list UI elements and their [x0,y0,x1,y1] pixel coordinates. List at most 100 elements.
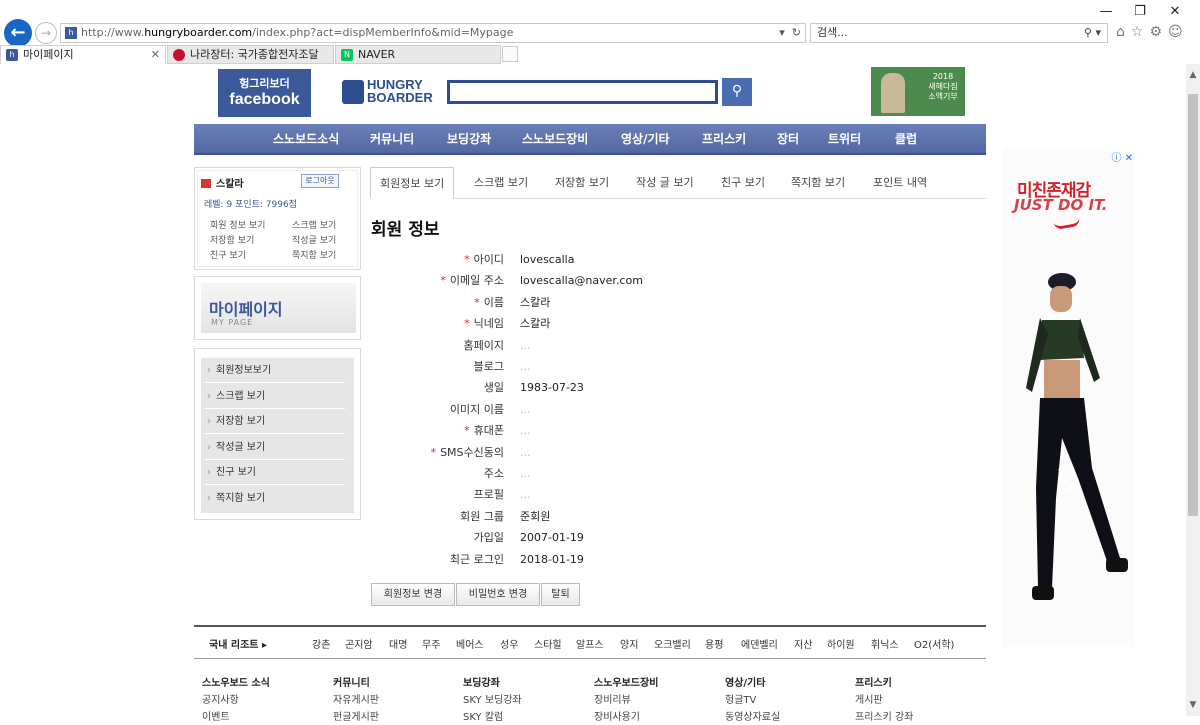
resort-link[interactable]: O2(서학) [914,636,954,651]
sidemenu-saved[interactable]: 저장함 보기 [205,409,345,434]
sidemenu-member-info[interactable]: 회원정보보기 [205,358,345,383]
new-tab-button[interactable] [502,46,518,62]
tab-messages[interactable]: 쪽지함 보기 [791,167,845,199]
nav-community[interactable]: 커뮤니티 [370,124,414,155]
footer-link[interactable]: 이벤트 [202,708,270,725]
nav-freeski[interactable]: 프리스키 [702,124,746,155]
home-icon[interactable]: ⌂ [1116,24,1131,40]
link-member-info[interactable]: 회원 정보 보기 [210,218,292,233]
tab-member-info[interactable]: 회원정보 보기 [370,167,455,199]
footer-link[interactable]: 게시판 [855,691,913,708]
site-search-button[interactable]: ⚲ [722,78,752,106]
resort-link[interactable]: 지산 [794,636,812,651]
scroll-down-icon[interactable]: ▼ [1186,698,1200,712]
username[interactable]: 스칼라 [216,179,244,190]
sidemenu-posts[interactable]: 작성글 보기 [205,435,345,460]
scroll-thumb[interactable] [1188,94,1198,516]
footer-link[interactable]: 장비사용기 [594,708,658,725]
link-scrap[interactable]: 스크랩 보기 [292,218,342,233]
footer-link[interactable]: 헝글TV [725,691,780,708]
footer-link[interactable]: SKY 칼럼 [463,708,522,725]
link-saved[interactable]: 저장함 보기 [210,233,292,248]
tab-scrap[interactable]: 스크랩 보기 [474,167,528,199]
nav-market[interactable]: 장터 [777,124,799,155]
withdraw-button[interactable]: 탈퇴 [541,583,580,606]
sidemenu-scrap[interactable]: 스크랩 보기 [205,384,345,409]
site-logo[interactable]: HUNGRY BOARDER [342,78,433,108]
forward-button[interactable]: → [35,22,57,44]
field-label-text: 생일 [483,381,504,395]
close-tab-icon[interactable]: ✕ [151,46,160,64]
nav-video[interactable]: 영상/기타 [621,124,670,155]
tab-points[interactable]: 포인트 내역 [873,167,927,199]
tab-posts[interactable]: 작성 글 보기 [636,167,694,199]
resort-link[interactable]: 무주 [422,636,440,651]
footer-column-title[interactable]: 스노우보드장비 [594,674,658,691]
nav-club[interactable]: 클럽 [895,124,917,155]
resort-link[interactable]: 휘닉스 [871,636,899,651]
nike-advertisement[interactable]: ⓘ ✕ 미친존재감 JUST DO IT. NIKE [1002,148,1135,647]
footer-link[interactable]: 펀글게시판 [333,708,379,725]
nav-lessons[interactable]: 보딩강좌 [447,124,491,155]
ad-info-icon[interactable]: ⓘ ✕ [1111,149,1133,164]
resort-link[interactable]: 성우 [500,636,518,651]
link-friends[interactable]: 친구 보기 [210,248,292,263]
resort-link[interactable]: 에덴벨리 [741,636,778,651]
footer-column-title[interactable]: 프리스키 [855,674,913,691]
footer-link[interactable]: 동영상자료실 [725,708,780,725]
scroll-up-icon[interactable]: ▲ [1186,68,1200,82]
mypage-title: 마이페이지 [209,300,283,319]
back-button[interactable]: ← [4,19,32,47]
sidemenu-messages[interactable]: 쪽지함 보기 [205,486,345,511]
mypage-banner[interactable]: 마이페이지 MY PAGE [194,276,361,340]
tab-saved[interactable]: 저장함 보기 [555,167,609,199]
nav-twitter[interactable]: 트위터 [828,124,861,155]
resort-link[interactable]: 강촌 [312,636,330,651]
donation-banner[interactable]: 2018 새해다짐 소액기부 [871,67,965,116]
footer-link[interactable]: 프리스키 강좌 [855,708,913,725]
footer-link[interactable]: 자유게시판 [333,691,379,708]
sidemenu-friends[interactable]: 친구 보기 [205,460,345,485]
edit-info-button[interactable]: 회원정보 변경 [371,583,455,606]
close-window-button[interactable]: ✕ [1160,4,1190,19]
footer-column-title[interactable]: 커뮤니티 [333,674,379,691]
page-scrollbar[interactable]: ▲ ▼ [1186,64,1200,716]
nav-equipment[interactable]: 스노보드장비 [522,124,588,155]
resort-link[interactable]: 오크밸리 [654,636,691,651]
star-icon[interactable]: ☆ [1131,24,1150,40]
resort-link[interactable]: 양지 [620,636,638,651]
resort-link[interactable]: 대명 [389,636,407,651]
footer-column-title[interactable]: 스노우보드 소식 [202,674,270,691]
resort-link[interactable]: 스타힐 [534,636,562,651]
resort-link[interactable]: 곤지암 [345,636,373,651]
footer-link[interactable]: 공지사항 [202,691,270,708]
gear-icon[interactable]: ⚙ [1149,24,1168,40]
field-value: ... [520,402,531,416]
nav-snowboard-news[interactable]: 스노보드소식 [273,124,339,155]
footer-link[interactable]: SKY 보딩강좌 [463,691,522,708]
tab-naver[interactable]: N NAVER [335,45,501,64]
link-messages[interactable]: 쪽지함 보기 [292,248,342,263]
tab-mypage[interactable]: h 마이페이지 ✕ [0,45,166,64]
resort-link[interactable]: 베어스 [456,636,484,651]
refresh-icon[interactable]: ▾ ↻ [779,24,801,42]
address-bar[interactable]: h http://www.hungryboarder.com/index.php… [60,23,806,43]
change-password-button[interactable]: 비밀번호 변경 [456,583,540,606]
browser-search-input[interactable]: 검색... ⚲ ▾ [810,23,1108,43]
search-icon[interactable]: ⚲ ▾ [1084,24,1101,42]
site-search-input[interactable] [447,80,718,104]
facebook-banner[interactable]: 헝그리보더 facebook [218,69,311,117]
smiley-icon[interactable]: ☺ [1168,24,1189,40]
footer-column-title[interactable]: 영상/기타 [725,674,780,691]
tab-friends[interactable]: 친구 보기 [721,167,765,199]
resort-link[interactable]: 알프스 [576,636,604,651]
footer-column-title[interactable]: 보딩강좌 [463,674,522,691]
resort-link[interactable]: 용평 [705,636,723,651]
tab-narajangteo[interactable]: 나라장터: 국가종합전자조달 [167,45,334,64]
restore-button[interactable]: ❐ [1125,4,1155,19]
logout-button[interactable]: 로그아웃 [301,174,339,188]
footer-link[interactable]: 장비리뷰 [594,691,658,708]
link-posts[interactable]: 작성글 보기 [292,233,342,248]
resort-link[interactable]: 하이원 [827,636,855,651]
minimize-button[interactable]: — [1091,4,1121,19]
